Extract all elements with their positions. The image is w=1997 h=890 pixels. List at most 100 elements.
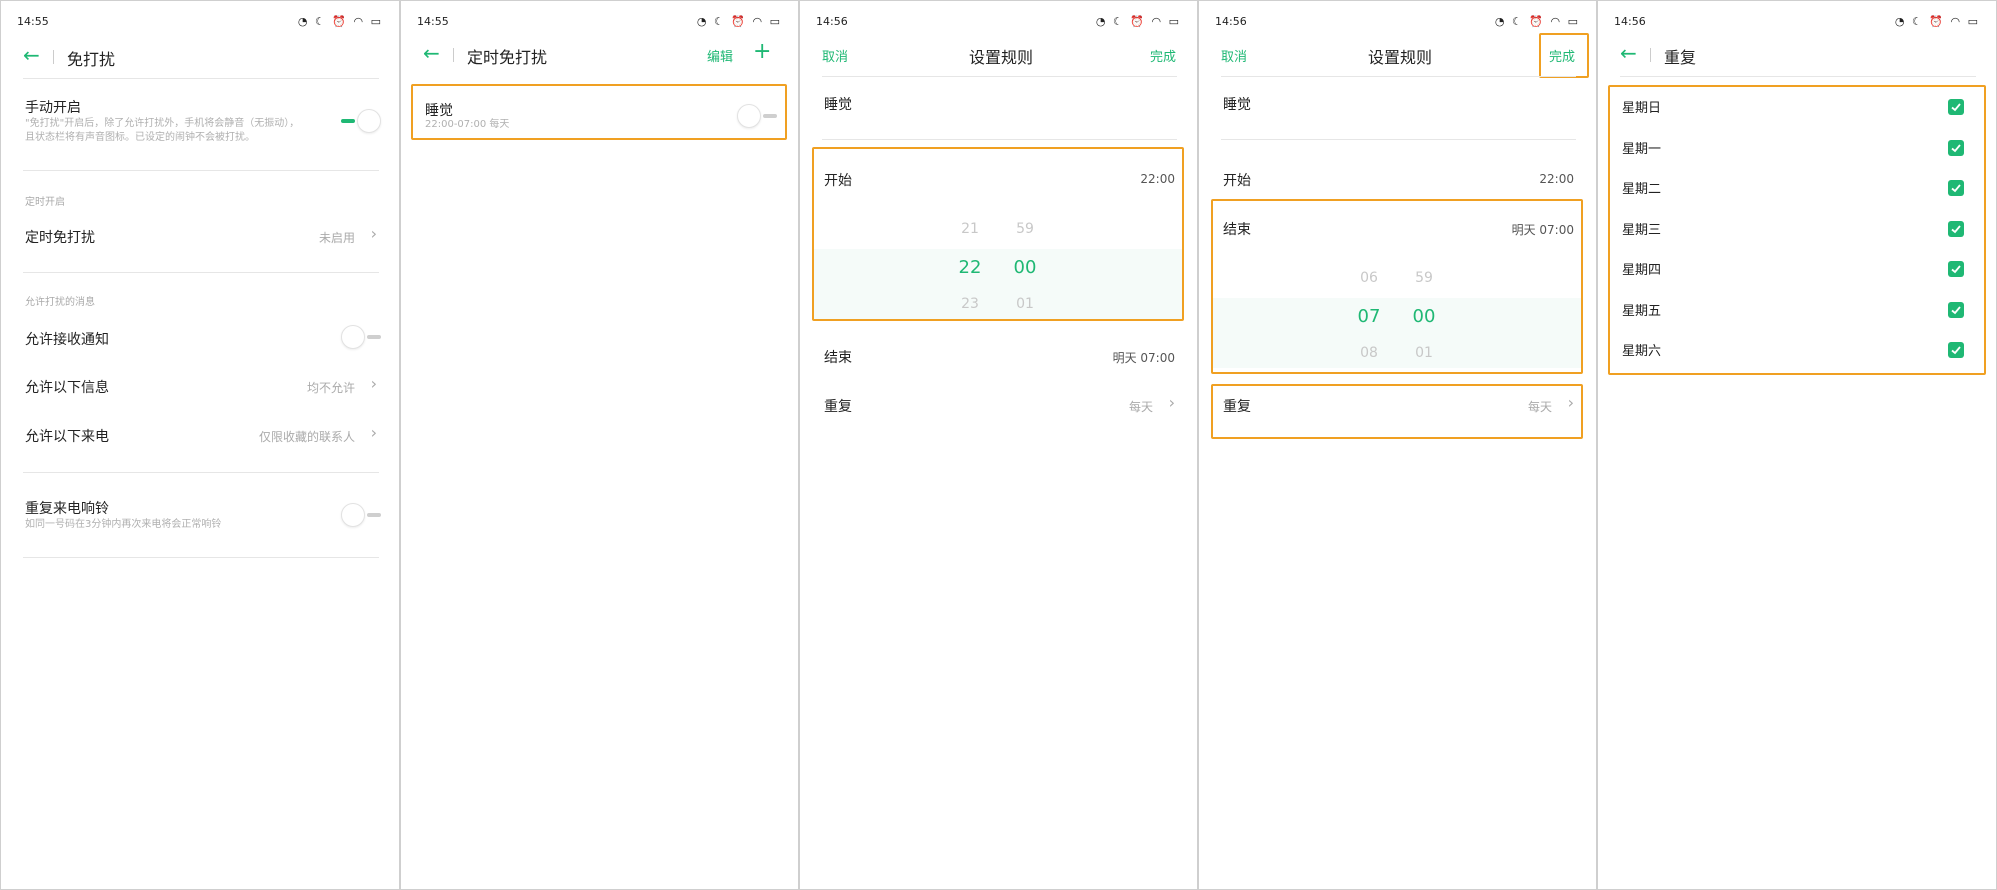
- toggle-track: [763, 114, 777, 118]
- title-separator: [453, 48, 454, 62]
- section-allow: 允许打扰的消息: [25, 297, 95, 308]
- status-time: 14:56: [816, 15, 848, 28]
- end-label: 结束: [824, 350, 852, 366]
- screen-repeat: 14:56 ◔ ☾ ⏰ ◠ ▭ ← 重复 星期日 星期一 星期二 星期三 星期四 星期五星…: [1597, 0, 1997, 890]
- back-arrow-icon[interactable]: ←: [23, 43, 40, 67]
- page-title: 免打扰: [67, 50, 116, 69]
- divider: [1620, 76, 1976, 77]
- end-label: 结束: [1223, 222, 1251, 238]
- cancel-button[interactable]: 取消: [1221, 46, 1247, 65]
- chevron-right-icon: ›: [370, 374, 377, 393]
- status-icons: ◔ ☾ ⏰ ◠ ▭: [1494, 15, 1580, 28]
- done-button[interactable]: 完成: [1150, 46, 1176, 65]
- divider: [23, 557, 379, 558]
- screen-set-rule-start: 14:56 ◔ ☾ ⏰ ◠ ▭ 取消 设置规则 完成 睡觉 开始 22:00 2…: [799, 0, 1198, 890]
- status-bar: 14:56 ◔ ☾ ⏰ ◠ ▭: [816, 15, 1181, 31]
- checkbox-checked-icon[interactable]: [1948, 220, 1964, 237]
- page-title: 设置规则: [1368, 48, 1433, 67]
- back-arrow-icon[interactable]: ←: [1620, 41, 1637, 65]
- toggle-knob: [341, 325, 365, 349]
- screen-do-not-disturb: 14:55 ◔ ☾ ⏰ ◠ ▭ ← 免打扰 手动开启 "免打扰"开启后，除了允许…: [0, 0, 400, 890]
- start-value: 22:00: [1539, 172, 1574, 186]
- chevron-right-icon: ›: [1168, 393, 1175, 412]
- allow-call-value: 仅限收藏的联系人: [258, 430, 355, 444]
- checkbox-checked-icon[interactable]: [1948, 342, 1964, 358]
- toggle-track: [367, 513, 381, 517]
- repeat-call-desc: 如同一号码在3分钟内再次来电将会正常响铃: [25, 519, 222, 530]
- start-label: 开始: [1223, 173, 1251, 189]
- highlight-box: [812, 147, 1184, 321]
- repeat-label: 重复: [1223, 399, 1251, 415]
- allow-msg-value: 均不允许: [306, 381, 355, 395]
- divider: [23, 472, 379, 473]
- edit-button[interactable]: 编辑: [707, 46, 733, 65]
- status-icons: ◔ ☾ ⏰ ◠ ▭: [1095, 15, 1181, 28]
- checkbox-checked-icon[interactable]: [1948, 99, 1964, 115]
- day-label: 星期五: [1622, 303, 1662, 319]
- divider: [1221, 139, 1576, 140]
- highlight-box: [1608, 85, 1986, 375]
- status-time: 14:56: [1215, 15, 1247, 28]
- screen-timed-dnd: 14:55 ◔ ☾ ⏰ ◠ ▭ ← 定时免打扰 编辑 + 睡觉 22:00-07…: [400, 0, 799, 890]
- manual-desc-line1: "免打扰"开启后，除了允许打扰外，手机将会静音（无振动），: [25, 118, 300, 129]
- checkbox-checked-icon[interactable]: [1948, 180, 1964, 196]
- minute-prev: 59: [1016, 221, 1034, 237]
- toggle-knob: [737, 104, 761, 128]
- title-separator: [53, 50, 54, 64]
- divider: [822, 76, 1177, 77]
- page-title: 定时免打扰: [467, 48, 548, 67]
- cancel-button[interactable]: 取消: [822, 46, 848, 65]
- toggle-track: [341, 119, 355, 123]
- divider: [23, 272, 379, 273]
- day-label: 星期四: [1622, 263, 1662, 278]
- page-title: 设置规则: [969, 48, 1034, 67]
- hour-selected: 07: [1357, 306, 1381, 327]
- hour-next: 08: [1360, 345, 1378, 361]
- status-bar: 14:55 ◔ ☾ ⏰ ◠ ▭: [417, 15, 782, 31]
- repeat-call-label: 重复来电响铃: [25, 501, 109, 517]
- repeat-value: 每天: [1128, 400, 1153, 414]
- minute-next: 01: [1016, 296, 1034, 312]
- divider: [1221, 76, 1576, 77]
- status-bar: 14:56 ◔ ☾ ⏰ ◠ ▭: [1614, 15, 1980, 31]
- status-icons: ◔ ☾ ⏰ ◠ ▭: [1894, 15, 1980, 28]
- checkbox-checked-icon[interactable]: [1948, 139, 1964, 156]
- day-label: 星期三: [1622, 222, 1662, 238]
- rule-toggle[interactable]: [737, 104, 777, 128]
- page-title: 重复: [1664, 48, 1697, 67]
- manual-toggle[interactable]: [341, 109, 381, 133]
- status-time: 14:55: [417, 15, 449, 28]
- status-time: 14:55: [17, 15, 49, 28]
- chevron-right-icon: ›: [1567, 393, 1574, 412]
- start-label: 开始: [824, 173, 852, 189]
- minute-prev: 59: [1415, 270, 1433, 286]
- rule-name-input[interactable]: 睡觉: [824, 94, 852, 114]
- back-arrow-icon[interactable]: ←: [423, 41, 440, 65]
- toggle-knob: [357, 109, 381, 133]
- end-value: 明天 07:00: [1511, 223, 1574, 237]
- day-label: 星期二: [1622, 182, 1662, 197]
- title-separator: [1650, 48, 1651, 62]
- hour-next: 23: [961, 296, 979, 312]
- repeat-call-toggle[interactable]: [341, 503, 381, 527]
- add-icon[interactable]: +: [753, 39, 771, 64]
- rule-name-input[interactable]: 睡觉: [1223, 94, 1251, 114]
- status-time: 14:56: [1614, 15, 1646, 28]
- manual-desc-line2: 且状态栏将有声音图标。已设定的闹钟不会被打扰。: [25, 132, 255, 143]
- divider: [822, 139, 1177, 140]
- checkbox-checked-icon[interactable]: [1948, 301, 1964, 318]
- checkbox-checked-icon[interactable]: [1948, 261, 1964, 277]
- divider: [23, 78, 379, 79]
- status-bar: 14:55 ◔ ☾ ⏰ ◠ ▭: [17, 15, 383, 31]
- toggle-track: [367, 335, 381, 339]
- done-button[interactable]: 完成: [1549, 46, 1575, 65]
- timed-label: 定时免打扰: [25, 230, 95, 246]
- start-value: 22:00: [1140, 172, 1175, 186]
- minute-next: 01: [1415, 345, 1433, 361]
- day-label: 星期日: [1622, 101, 1662, 116]
- rule-time: 22:00-07:00 每天: [425, 119, 510, 130]
- allow-notify-toggle[interactable]: [341, 325, 381, 349]
- section-timed: 定时开启: [25, 197, 65, 208]
- allow-call-label: 允许以下来电: [25, 429, 109, 445]
- allow-notify-label: 允许接收通知: [25, 332, 109, 348]
